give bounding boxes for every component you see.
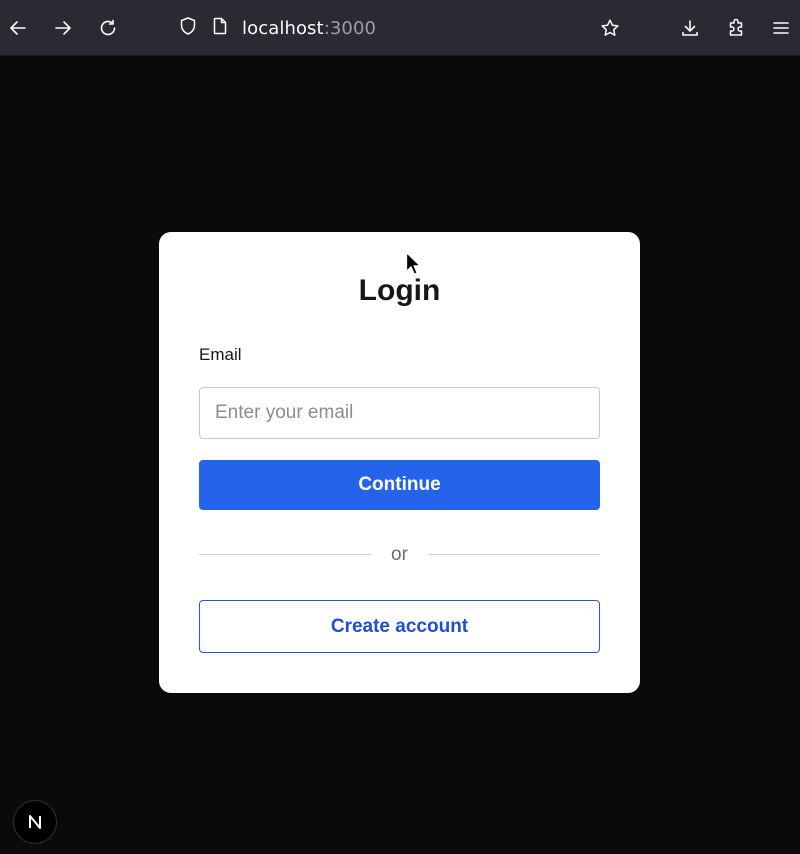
menu-icon[interactable]	[767, 14, 795, 42]
url-host: localhost	[242, 17, 324, 39]
continue-button[interactable]: Continue	[199, 460, 600, 510]
extensions-icon[interactable]	[722, 14, 750, 42]
page-icon[interactable]	[210, 16, 230, 41]
login-title: Login	[358, 274, 441, 307]
forward-arrow-icon[interactable]	[49, 14, 77, 42]
login-card: Login Email Continue or Create account	[159, 232, 640, 693]
url-text[interactable]: localhost:3000	[242, 18, 376, 39]
reload-icon[interactable]	[94, 14, 122, 42]
divider-text: or	[391, 544, 408, 565]
or-divider: or	[199, 542, 600, 568]
download-icon[interactable]	[676, 14, 704, 42]
divider-line-right	[428, 554, 600, 555]
url-port: :3000	[323, 17, 377, 39]
nextjs-badge[interactable]	[13, 800, 57, 844]
nextjs-logo-icon	[29, 815, 41, 829]
email-label: Email	[199, 345, 242, 364]
mouse-cursor-icon	[405, 251, 421, 275]
page-viewport: Login Email Continue or Create account	[0, 57, 800, 854]
back-arrow-icon[interactable]	[4, 14, 32, 42]
email-input[interactable]	[199, 387, 600, 439]
create-account-button[interactable]: Create account	[199, 600, 600, 653]
address-bar[interactable]: localhost:3000	[178, 14, 376, 42]
shield-icon[interactable]	[178, 16, 198, 41]
star-icon[interactable]	[596, 14, 624, 42]
browser-toolbar: localhost:3000	[0, 0, 800, 56]
